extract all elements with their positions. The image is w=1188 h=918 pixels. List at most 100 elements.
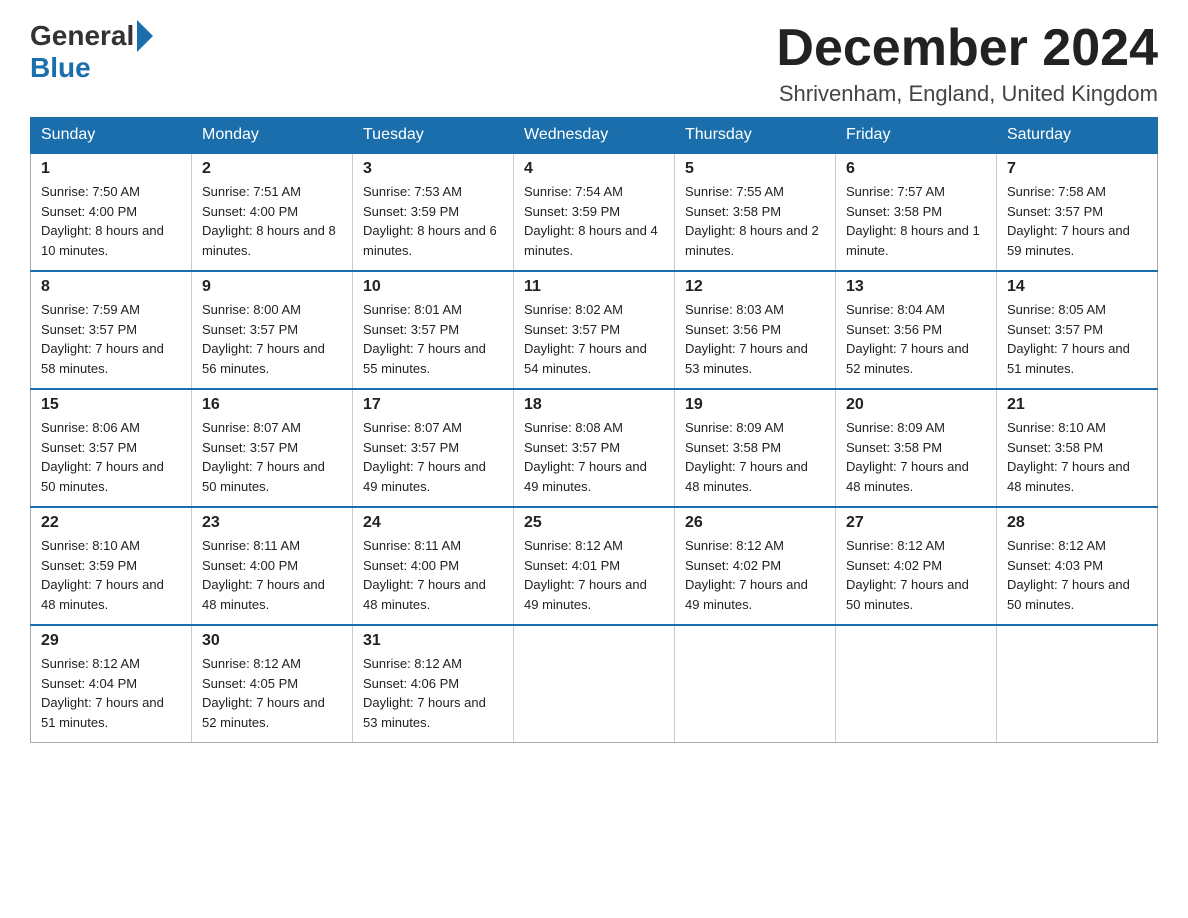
calendar-day-cell: 4 Sunrise: 7:54 AM Sunset: 3:59 PM Dayli…	[514, 153, 675, 271]
day-info: Sunrise: 7:51 AM Sunset: 4:00 PM Dayligh…	[202, 182, 342, 260]
day-number: 31	[363, 632, 503, 650]
day-info: Sunrise: 8:10 AM Sunset: 3:59 PM Dayligh…	[41, 536, 181, 614]
calendar-weekday-wednesday: Wednesday	[514, 118, 675, 154]
day-info: Sunrise: 8:12 AM Sunset: 4:03 PM Dayligh…	[1007, 536, 1147, 614]
day-info: Sunrise: 8:09 AM Sunset: 3:58 PM Dayligh…	[846, 418, 986, 496]
day-number: 11	[524, 278, 664, 296]
day-number: 22	[41, 514, 181, 532]
calendar-day-cell: 11 Sunrise: 8:02 AM Sunset: 3:57 PM Dayl…	[514, 271, 675, 389]
day-info: Sunrise: 7:55 AM Sunset: 3:58 PM Dayligh…	[685, 182, 825, 260]
title-section: December 2024 Shrivenham, England, Unite…	[776, 20, 1158, 107]
day-info: Sunrise: 7:50 AM Sunset: 4:00 PM Dayligh…	[41, 182, 181, 260]
calendar-day-cell	[675, 625, 836, 743]
day-number: 2	[202, 160, 342, 178]
calendar-day-cell: 25 Sunrise: 8:12 AM Sunset: 4:01 PM Dayl…	[514, 507, 675, 625]
calendar-day-cell: 17 Sunrise: 8:07 AM Sunset: 3:57 PM Dayl…	[353, 389, 514, 507]
day-number: 19	[685, 396, 825, 414]
calendar-day-cell: 14 Sunrise: 8:05 AM Sunset: 3:57 PM Dayl…	[997, 271, 1158, 389]
calendar-day-cell: 28 Sunrise: 8:12 AM Sunset: 4:03 PM Dayl…	[997, 507, 1158, 625]
calendar-day-cell: 12 Sunrise: 8:03 AM Sunset: 3:56 PM Dayl…	[675, 271, 836, 389]
day-number: 26	[685, 514, 825, 532]
calendar-day-cell: 18 Sunrise: 8:08 AM Sunset: 3:57 PM Dayl…	[514, 389, 675, 507]
calendar-day-cell: 13 Sunrise: 8:04 AM Sunset: 3:56 PM Dayl…	[836, 271, 997, 389]
calendar-weekday-friday: Friday	[836, 118, 997, 154]
day-info: Sunrise: 8:04 AM Sunset: 3:56 PM Dayligh…	[846, 300, 986, 378]
calendar-day-cell: 5 Sunrise: 7:55 AM Sunset: 3:58 PM Dayli…	[675, 153, 836, 271]
day-info: Sunrise: 8:07 AM Sunset: 3:57 PM Dayligh…	[202, 418, 342, 496]
page-header: General Blue December 2024 Shrivenham, E…	[30, 20, 1158, 107]
day-info: Sunrise: 8:06 AM Sunset: 3:57 PM Dayligh…	[41, 418, 181, 496]
calendar-weekday-thursday: Thursday	[675, 118, 836, 154]
day-info: Sunrise: 8:12 AM Sunset: 4:02 PM Dayligh…	[685, 536, 825, 614]
day-number: 30	[202, 632, 342, 650]
day-info: Sunrise: 8:07 AM Sunset: 3:57 PM Dayligh…	[363, 418, 503, 496]
day-info: Sunrise: 7:57 AM Sunset: 3:58 PM Dayligh…	[846, 182, 986, 260]
calendar-weekday-monday: Monday	[192, 118, 353, 154]
day-info: Sunrise: 8:12 AM Sunset: 4:05 PM Dayligh…	[202, 654, 342, 732]
calendar-day-cell	[997, 625, 1158, 743]
location-subtitle: Shrivenham, England, United Kingdom	[776, 81, 1158, 107]
calendar-day-cell: 15 Sunrise: 8:06 AM Sunset: 3:57 PM Dayl…	[31, 389, 192, 507]
calendar-day-cell: 7 Sunrise: 7:58 AM Sunset: 3:57 PM Dayli…	[997, 153, 1158, 271]
day-number: 24	[363, 514, 503, 532]
calendar-day-cell: 22 Sunrise: 8:10 AM Sunset: 3:59 PM Dayl…	[31, 507, 192, 625]
calendar-week-row: 29 Sunrise: 8:12 AM Sunset: 4:04 PM Dayl…	[31, 625, 1158, 743]
calendar-table: SundayMondayTuesdayWednesdayThursdayFrid…	[30, 117, 1158, 743]
calendar-day-cell: 23 Sunrise: 8:11 AM Sunset: 4:00 PM Dayl…	[192, 507, 353, 625]
day-number: 15	[41, 396, 181, 414]
calendar-day-cell: 6 Sunrise: 7:57 AM Sunset: 3:58 PM Dayli…	[836, 153, 997, 271]
calendar-day-cell: 29 Sunrise: 8:12 AM Sunset: 4:04 PM Dayl…	[31, 625, 192, 743]
day-info: Sunrise: 8:12 AM Sunset: 4:01 PM Dayligh…	[524, 536, 664, 614]
calendar-day-cell: 16 Sunrise: 8:07 AM Sunset: 3:57 PM Dayl…	[192, 389, 353, 507]
calendar-day-cell: 27 Sunrise: 8:12 AM Sunset: 4:02 PM Dayl…	[836, 507, 997, 625]
calendar-day-cell	[514, 625, 675, 743]
calendar-header-row: SundayMondayTuesdayWednesdayThursdayFrid…	[31, 118, 1158, 154]
day-info: Sunrise: 8:03 AM Sunset: 3:56 PM Dayligh…	[685, 300, 825, 378]
calendar-week-row: 15 Sunrise: 8:06 AM Sunset: 3:57 PM Dayl…	[31, 389, 1158, 507]
day-info: Sunrise: 7:59 AM Sunset: 3:57 PM Dayligh…	[41, 300, 181, 378]
day-info: Sunrise: 7:58 AM Sunset: 3:57 PM Dayligh…	[1007, 182, 1147, 260]
day-info: Sunrise: 8:02 AM Sunset: 3:57 PM Dayligh…	[524, 300, 664, 378]
day-number: 12	[685, 278, 825, 296]
calendar-day-cell: 24 Sunrise: 8:11 AM Sunset: 4:00 PM Dayl…	[353, 507, 514, 625]
day-info: Sunrise: 8:10 AM Sunset: 3:58 PM Dayligh…	[1007, 418, 1147, 496]
day-number: 18	[524, 396, 664, 414]
day-info: Sunrise: 8:11 AM Sunset: 4:00 PM Dayligh…	[202, 536, 342, 614]
logo-arrow-icon	[137, 20, 153, 52]
calendar-weekday-saturday: Saturday	[997, 118, 1158, 154]
calendar-week-row: 22 Sunrise: 8:10 AM Sunset: 3:59 PM Dayl…	[31, 507, 1158, 625]
day-number: 29	[41, 632, 181, 650]
calendar-day-cell	[836, 625, 997, 743]
day-number: 13	[846, 278, 986, 296]
calendar-day-cell: 21 Sunrise: 8:10 AM Sunset: 3:58 PM Dayl…	[997, 389, 1158, 507]
day-number: 4	[524, 160, 664, 178]
calendar-day-cell: 10 Sunrise: 8:01 AM Sunset: 3:57 PM Dayl…	[353, 271, 514, 389]
day-number: 21	[1007, 396, 1147, 414]
calendar-day-cell: 3 Sunrise: 7:53 AM Sunset: 3:59 PM Dayli…	[353, 153, 514, 271]
day-number: 14	[1007, 278, 1147, 296]
calendar-weekday-sunday: Sunday	[31, 118, 192, 154]
day-number: 28	[1007, 514, 1147, 532]
day-number: 7	[1007, 160, 1147, 178]
month-title: December 2024	[776, 20, 1158, 77]
calendar-day-cell: 30 Sunrise: 8:12 AM Sunset: 4:05 PM Dayl…	[192, 625, 353, 743]
day-number: 6	[846, 160, 986, 178]
day-number: 20	[846, 396, 986, 414]
day-number: 16	[202, 396, 342, 414]
day-number: 23	[202, 514, 342, 532]
day-info: Sunrise: 8:12 AM Sunset: 4:02 PM Dayligh…	[846, 536, 986, 614]
calendar-day-cell: 2 Sunrise: 7:51 AM Sunset: 4:00 PM Dayli…	[192, 153, 353, 271]
calendar-day-cell: 19 Sunrise: 8:09 AM Sunset: 3:58 PM Dayl…	[675, 389, 836, 507]
day-info: Sunrise: 7:54 AM Sunset: 3:59 PM Dayligh…	[524, 182, 664, 260]
calendar-weekday-tuesday: Tuesday	[353, 118, 514, 154]
calendar-week-row: 8 Sunrise: 7:59 AM Sunset: 3:57 PM Dayli…	[31, 271, 1158, 389]
logo: General Blue	[30, 20, 156, 84]
day-number: 1	[41, 160, 181, 178]
day-number: 3	[363, 160, 503, 178]
calendar-day-cell: 31 Sunrise: 8:12 AM Sunset: 4:06 PM Dayl…	[353, 625, 514, 743]
calendar-day-cell: 1 Sunrise: 7:50 AM Sunset: 4:00 PM Dayli…	[31, 153, 192, 271]
day-info: Sunrise: 8:05 AM Sunset: 3:57 PM Dayligh…	[1007, 300, 1147, 378]
day-info: Sunrise: 7:53 AM Sunset: 3:59 PM Dayligh…	[363, 182, 503, 260]
calendar-day-cell: 20 Sunrise: 8:09 AM Sunset: 3:58 PM Dayl…	[836, 389, 997, 507]
day-number: 8	[41, 278, 181, 296]
